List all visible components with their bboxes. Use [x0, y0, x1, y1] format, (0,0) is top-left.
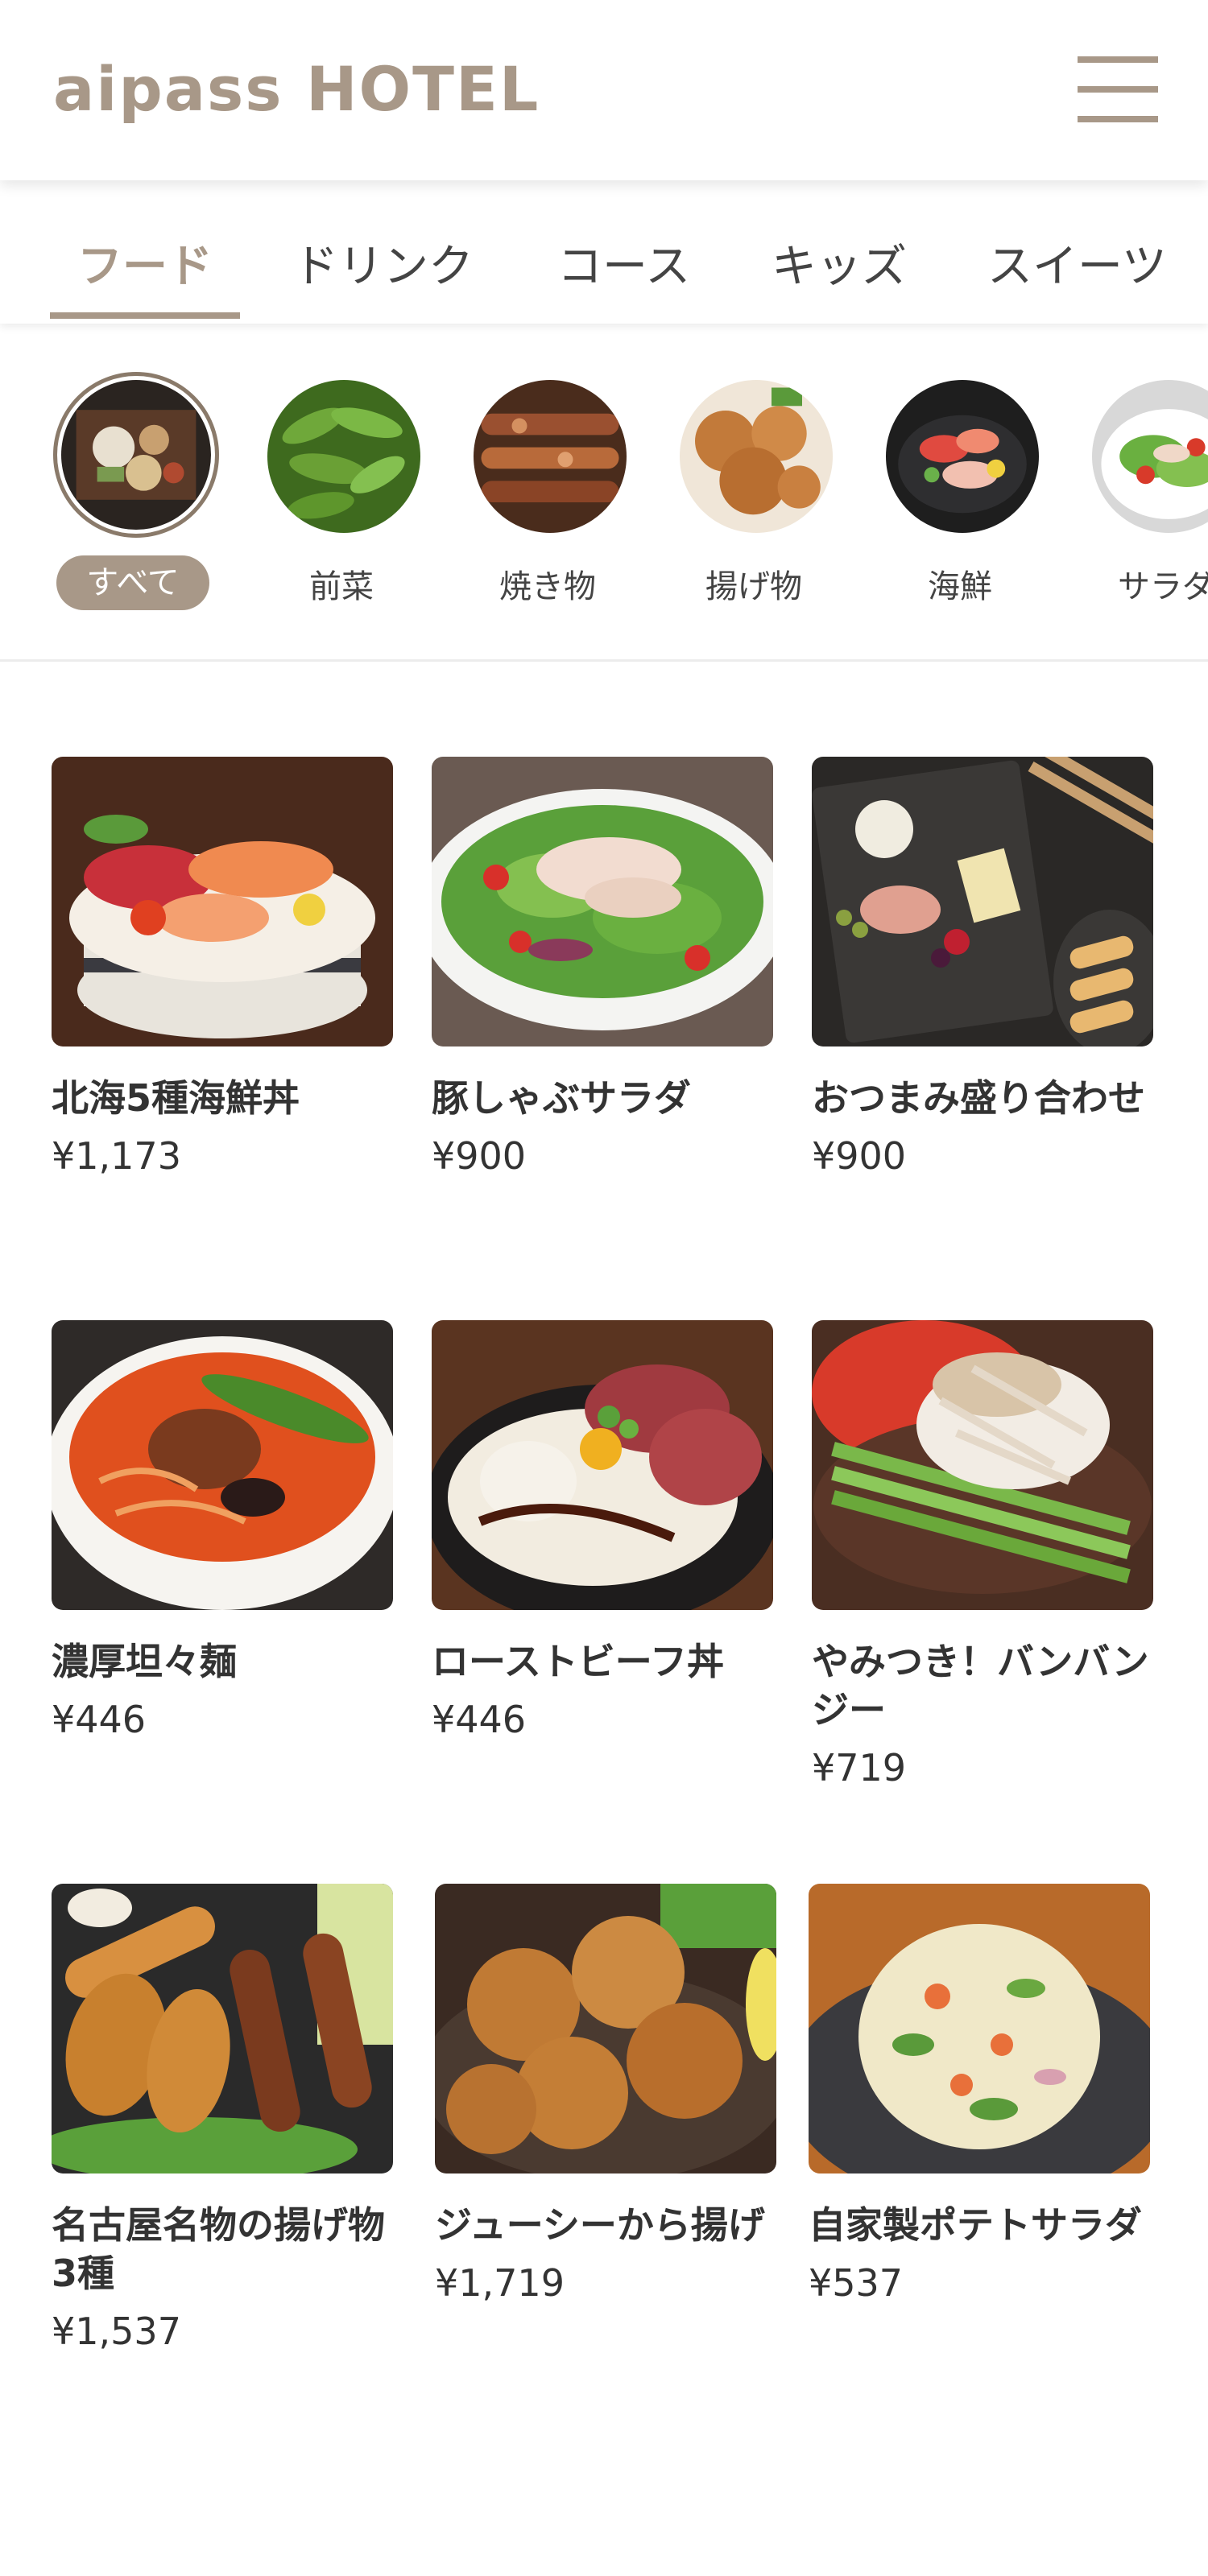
subcategory-label: 海鮮 [928, 568, 992, 605]
subcategory-appetizer[interactable]: 前菜 [254, 372, 428, 613]
subcategory-label: 前菜 [309, 568, 374, 605]
tab-kids[interactable]: キッズ [772, 230, 907, 295]
subcategory-label: 焼き物 [499, 568, 596, 605]
item-price: ¥446 [52, 1698, 147, 1741]
item-name: やみつき！バンバンジー [812, 1640, 1149, 1732]
menu-item-appetizer-platter[interactable]: おつまみ盛り合わせ ¥900 [812, 757, 1153, 1180]
item-price: ¥537 [809, 2261, 904, 2305]
subcategory-seafood[interactable]: 海鮮 [873, 372, 1047, 613]
active-tab-indicator [50, 312, 240, 319]
menu-item-tantanmen[interactable]: 濃厚坦々麺 ¥446 [52, 1320, 393, 1744]
tab-sweets[interactable]: スイーツ [987, 230, 1167, 295]
pork-shabu-salad-photo [432, 757, 773, 1046]
sashimi-photo [886, 380, 1039, 533]
subcategory-label: 揚げ物 [705, 568, 802, 605]
app-header: aipass HOTEL [0, 0, 1208, 180]
seafood-bowl-photo [52, 757, 393, 1046]
item-price: ¥719 [812, 1746, 907, 1790]
menu-item-potato-salad[interactable]: 自家製ポテトサラダ ¥537 [809, 1884, 1150, 2307]
subcategory-label: サラダ [1118, 568, 1208, 605]
subcategory-salad[interactable]: サラダ [1079, 372, 1208, 613]
item-price: ¥1,719 [435, 2261, 565, 2305]
potato-salad-photo [809, 1884, 1150, 2174]
menu-item-fried-assortment[interactable]: 名古屋名物の揚げ物3種 ¥1,537 [52, 1884, 393, 2355]
edamame-photo [267, 380, 420, 533]
appetizer-platter-photo [812, 757, 1153, 1046]
subcategory-label: すべて [56, 555, 209, 610]
set-meal-photo [53, 372, 219, 538]
tab-food[interactable]: フード [77, 230, 213, 295]
item-name: ローストビーフ丼 [432, 1640, 724, 1683]
subcategory-grilled[interactable]: 焼き物 [461, 372, 635, 613]
item-name: おつまみ盛り合わせ [812, 1076, 1145, 1120]
roast-beef-bowl-photo [432, 1320, 773, 1610]
hotel-logo[interactable]: aipass HOTEL [53, 53, 540, 125]
salad-photo [1092, 380, 1208, 533]
menu-item-karaage[interactable]: ジューシーから揚げ ¥1,719 [435, 1884, 776, 2307]
hamburger-menu-icon[interactable] [1078, 56, 1158, 122]
item-price: ¥446 [432, 1698, 527, 1741]
karaage-photo [680, 380, 833, 533]
item-price: ¥1,537 [52, 2310, 181, 2353]
tab-course[interactable]: コース [557, 230, 690, 295]
menu-item-pork-shabu-salad[interactable]: 豚しゃぶサラダ ¥900 [432, 757, 773, 1180]
category-tabs: フード ドリンク コース キッズ スイーツ [0, 180, 1208, 324]
item-price: ¥1,173 [52, 1134, 181, 1178]
bang-bang-chicken-photo [812, 1320, 1153, 1610]
karaage-photo [435, 1884, 776, 2174]
item-price: ¥900 [432, 1134, 527, 1178]
menu-item-bang-bang-chicken[interactable]: やみつき！バンバンジー ¥719 [812, 1320, 1153, 1792]
item-price: ¥900 [812, 1134, 907, 1178]
item-name: 自家製ポテトサラダ [809, 2203, 1142, 2247]
item-name: 名古屋名物の揚げ物3種 [52, 2203, 385, 2295]
item-name: 濃厚坦々麺 [52, 1640, 237, 1683]
item-name: 北海5種海鮮丼 [52, 1076, 300, 1120]
item-name: 豚しゃぶサラダ [432, 1076, 691, 1120]
tantanmen-photo [52, 1320, 393, 1610]
yakitori-photo [474, 380, 627, 533]
subcategory-fried[interactable]: 揚げ物 [667, 372, 841, 613]
menu-item-seafood-bowl[interactable]: 北海5種海鮮丼 ¥1,173 [52, 757, 393, 1180]
fried-assortment-photo [52, 1884, 393, 2174]
tab-drink[interactable]: ドリンク [293, 230, 474, 295]
menu-item-roast-beef-bowl[interactable]: ローストビーフ丼 ¥446 [432, 1320, 773, 1744]
subcategory-all[interactable]: すべて [47, 372, 221, 613]
subcategory-scroller[interactable]: すべて 前菜 焼き物 揚げ物 海鮮 サラダ [0, 324, 1208, 662]
item-name: ジューシーから揚げ [435, 2203, 765, 2247]
